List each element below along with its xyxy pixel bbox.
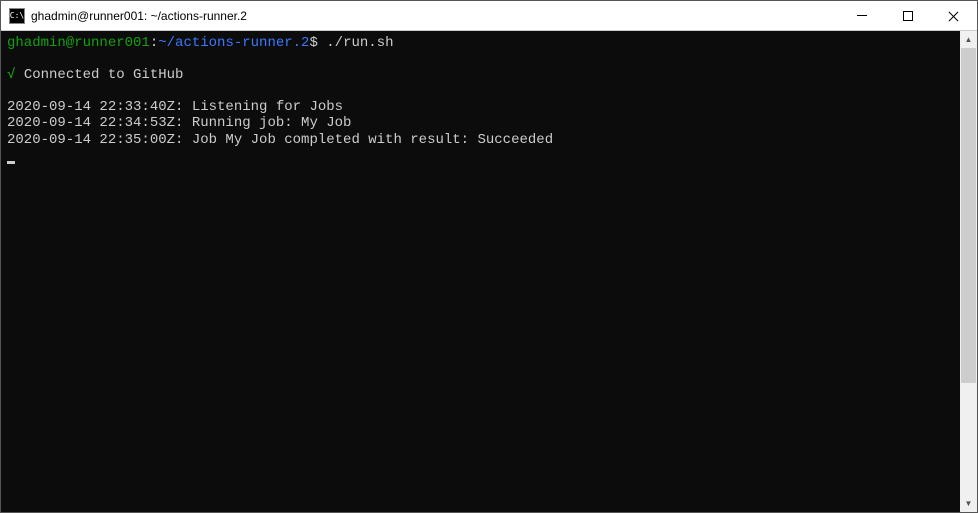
close-icon <box>948 10 960 22</box>
window: C:\ ghadmin@runner001: ~/actions-runner.… <box>0 0 978 513</box>
titlebar[interactable]: C:\ ghadmin@runner001: ~/actions-runner.… <box>1 1 977 31</box>
prompt-command: ./run.sh <box>326 35 393 51</box>
client-area: ghadmin@runner001:~/actions-runner.2$ ./… <box>1 31 977 512</box>
minimize-icon <box>857 15 867 16</box>
scroll-up-button[interactable]: ▲ <box>960 31 977 48</box>
prompt-sep1: : <box>150 35 158 51</box>
scroll-down-button[interactable]: ▼ <box>960 495 977 512</box>
minimize-button[interactable] <box>839 1 885 30</box>
log-line: 2020-09-14 22:34:53Z: Running job: My Jo… <box>7 115 351 131</box>
vertical-scrollbar[interactable]: ▲ ▼ <box>960 31 977 512</box>
scroll-thumb[interactable] <box>961 48 976 383</box>
prompt-user-host: ghadmin@runner001 <box>7 35 150 51</box>
prompt-sep2: $ <box>309 35 317 51</box>
terminal-cursor <box>7 161 15 164</box>
terminal-output[interactable]: ghadmin@runner001:~/actions-runner.2$ ./… <box>1 31 960 512</box>
scroll-track[interactable] <box>960 48 977 495</box>
status-message: Connected to GitHub <box>24 67 184 83</box>
close-button[interactable] <box>931 1 977 30</box>
log-line: 2020-09-14 22:33:40Z: Listening for Jobs <box>7 99 343 115</box>
maximize-icon <box>903 11 913 21</box>
window-title: ghadmin@runner001: ~/actions-runner.2 <box>31 9 247 23</box>
window-controls <box>839 1 977 30</box>
terminal-icon: C:\ <box>9 8 25 24</box>
status-check-icon: √ <box>7 67 15 83</box>
maximize-button[interactable] <box>885 1 931 30</box>
log-line: 2020-09-14 22:35:00Z: Job My Job complet… <box>7 132 553 148</box>
prompt-path: ~/actions-runner.2 <box>158 35 309 51</box>
